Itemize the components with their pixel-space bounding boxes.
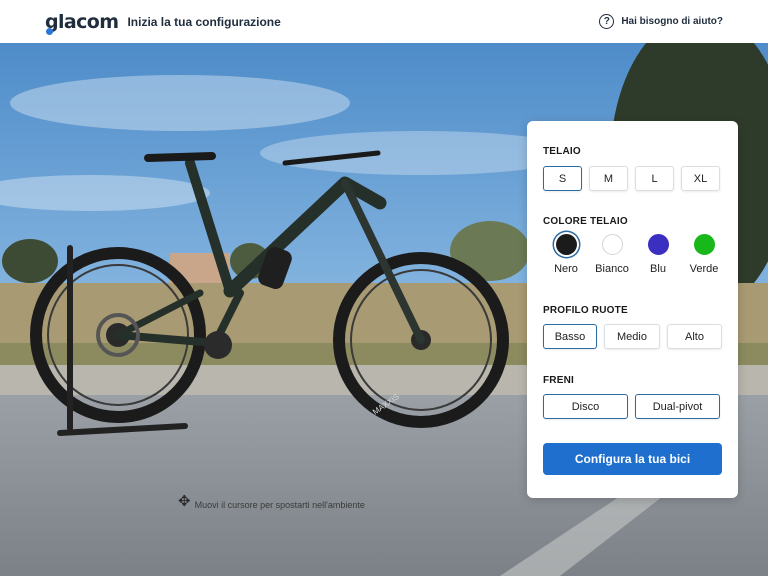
color-label-blu: Blu — [650, 263, 666, 275]
wheel-profile-alto-button[interactable]: Alto — [667, 324, 722, 349]
color-option-blu[interactable]: Blu — [635, 234, 681, 275]
logo-dot — [46, 27, 53, 35]
color-label-nero: Nero — [554, 263, 578, 275]
frame-size-options: S M L XL — [543, 166, 720, 191]
frame-size-s-button[interactable]: S — [543, 166, 582, 191]
color-option-verde[interactable]: Verde — [681, 234, 727, 275]
frame-size-xl-button[interactable]: XL — [681, 166, 720, 191]
configuration-panel: TELAIO S M L XL COLORE TELAIO Nero Bianc… — [527, 121, 738, 498]
move-arrows-icon: ✥ — [178, 493, 191, 510]
help-label: Hai bisogno di aiuto? — [621, 16, 723, 27]
brakes-options: Disco Dual-pivot — [543, 394, 720, 419]
color-swatch-blu[interactable] — [647, 234, 669, 255]
color-swatch-bianco[interactable] — [601, 234, 623, 255]
brakes-dual-pivot-button[interactable]: Dual-pivot — [635, 394, 720, 419]
brakes-disco-button[interactable]: Disco — [543, 394, 628, 419]
color-label-bianco: Bianco — [595, 263, 629, 275]
frame-color-options: Nero Bianco Blu Verde — [543, 234, 727, 275]
question-circle-icon: ? — [599, 14, 615, 29]
color-label-verde: Verde — [689, 263, 719, 275]
brakes-title: FRENI — [543, 375, 574, 386]
top-bar: glacom Inizia la tua configurazione ? Ha… — [0, 0, 768, 43]
frame-size-m-button[interactable]: M — [589, 166, 628, 191]
page-title: Inizia la tua configurazione — [127, 14, 281, 29]
navigation-hint: ✥ Muovi il cursore per spostarti nell'am… — [178, 493, 365, 510]
color-swatch-nero[interactable] — [555, 234, 577, 255]
frame-size-title: TELAIO — [543, 146, 581, 157]
brand-logo[interactable]: glacom — [45, 10, 119, 35]
color-option-nero[interactable]: Nero — [543, 234, 589, 275]
color-option-bianco[interactable]: Bianco — [589, 234, 635, 275]
navigation-hint-text: Muovi il cursore per spostarti nell'ambi… — [194, 500, 365, 510]
wheel-profile-title: PROFILO RUOTE — [543, 305, 628, 316]
frame-color-title: COLORE TELAIO — [543, 216, 628, 227]
color-swatch-verde[interactable] — [693, 234, 715, 255]
frame-size-l-button[interactable]: L — [635, 166, 674, 191]
wheel-profile-basso-button[interactable]: Basso — [543, 324, 597, 349]
logo-text: glacom — [45, 10, 119, 33]
wheel-profile-medio-button[interactable]: Medio — [604, 324, 660, 349]
configure-bike-button[interactable]: Configura la tua bici — [543, 443, 722, 475]
help-link[interactable]: ? Hai bisogno di aiuto? — [599, 14, 723, 29]
wheel-profile-options: Basso Medio Alto — [543, 324, 722, 349]
